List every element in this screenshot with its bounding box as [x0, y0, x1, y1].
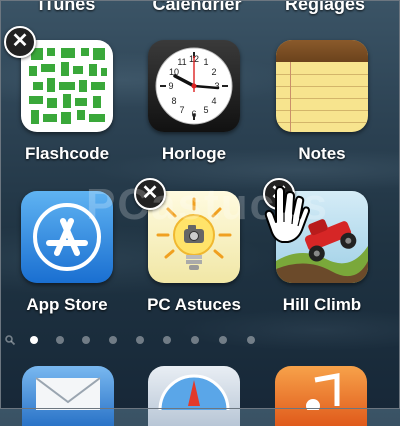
mail-icon[interactable]	[22, 366, 114, 426]
svg-text:2: 2	[211, 67, 216, 77]
app-horloge[interactable]: 12369 1245 781011 Horloge	[141, 40, 247, 170]
page-dot-1[interactable]	[30, 336, 38, 344]
page-dot-6[interactable]	[163, 336, 171, 344]
app-label-itunes[interactable]: iTunes	[12, 0, 122, 15]
page-dot-5[interactable]	[136, 336, 144, 344]
spotlight-search-icon[interactable]	[4, 334, 16, 346]
pointer-hand-icon	[264, 186, 310, 243]
music-icon[interactable]	[275, 366, 367, 426]
app-label-hill-climb: Hill Climb	[282, 295, 362, 314]
app-label-calendrier[interactable]: Calendrier	[142, 0, 252, 15]
app-flashcode[interactable]: Flashcode	[14, 40, 120, 170]
svg-text:7: 7	[179, 105, 184, 115]
page-dot-7[interactable]	[191, 336, 199, 344]
svg-text:5: 5	[203, 105, 208, 115]
notepad-icon[interactable]	[276, 40, 368, 132]
app-label-notes: Notes	[298, 144, 346, 163]
page-dot-9[interactable]	[247, 336, 255, 344]
app-notes[interactable]: Notes	[269, 40, 375, 170]
page-dot-2[interactable]	[56, 336, 64, 344]
qr-code-icon[interactable]	[21, 40, 113, 132]
page-dot-8[interactable]	[219, 336, 227, 344]
clock-icon[interactable]: 12369 1245 781011	[148, 40, 240, 132]
svg-text:4: 4	[211, 96, 216, 106]
svg-text:11: 11	[177, 57, 186, 67]
svg-text:9: 9	[168, 81, 173, 91]
delete-badge-pc-astuces[interactable]: ✕	[134, 178, 166, 210]
svg-text:3: 3	[214, 81, 219, 91]
svg-text:8: 8	[171, 96, 176, 106]
app-pc-astuces[interactable]: PC Astuces	[141, 191, 247, 321]
app-label-flashcode: Flashcode	[24, 144, 110, 163]
app-label-pc-astuces: PC Astuces	[147, 295, 241, 314]
app-label-app-store: App Store	[26, 295, 108, 314]
app-app-store[interactable]: App Store	[14, 191, 120, 321]
svg-text:1: 1	[203, 57, 208, 67]
page-indicator[interactable]	[0, 334, 400, 348]
page-dot-4[interactable]	[109, 336, 117, 344]
app-label-horloge: Horloge	[161, 144, 227, 163]
svg-text:6: 6	[191, 109, 196, 119]
app-label-reglages[interactable]: Réglages	[270, 0, 380, 15]
delete-badge-flashcode[interactable]: ✕	[4, 26, 36, 58]
app-store-icon[interactable]	[21, 191, 113, 283]
page-dot-3[interactable]	[82, 336, 90, 344]
safari-icon[interactable]	[148, 366, 240, 426]
